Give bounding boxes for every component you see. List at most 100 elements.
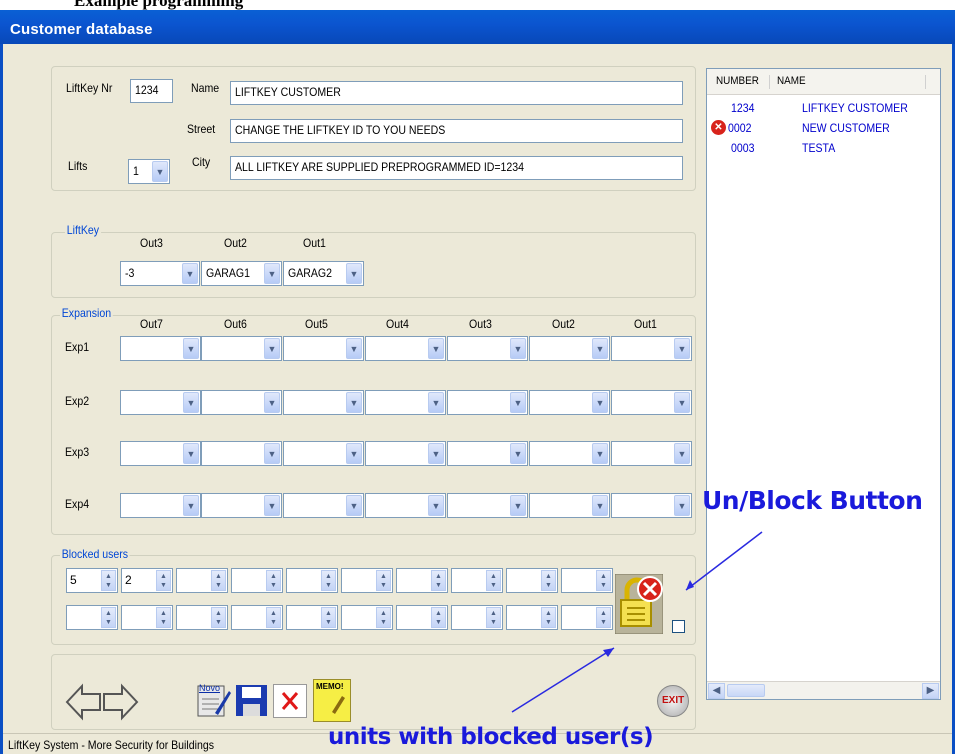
expansion-select-exp3-out7[interactable]: ▼ bbox=[120, 441, 201, 466]
expansion-select-exp2-out2[interactable]: ▼ bbox=[529, 390, 610, 415]
spinner-arrows-icon[interactable]: ▲ ▼ bbox=[376, 570, 391, 591]
horizontal-scrollbar[interactable]: ◀ ▶ bbox=[707, 681, 940, 699]
exit-button[interactable]: EXIT bbox=[657, 685, 689, 717]
spinner-arrows-icon[interactable]: ▲ ▼ bbox=[211, 607, 226, 628]
blocked-user-spinner[interactable]: 5 ▲ ▼ bbox=[66, 568, 118, 593]
expansion-select-exp3-out3[interactable]: ▼ bbox=[447, 441, 528, 466]
new-record-button[interactable]: Novo bbox=[197, 683, 231, 717]
expansion-select-exp1-out6[interactable]: ▼ bbox=[201, 336, 282, 361]
expansion-select-exp3-out2[interactable]: ▼ bbox=[529, 441, 610, 466]
blocked-user-spinner[interactable]: ▲ ▼ bbox=[231, 568, 283, 593]
list-item[interactable]: 0003 TESTA bbox=[707, 138, 940, 158]
name-column-header[interactable]: NAME bbox=[777, 75, 806, 87]
save-button[interactable] bbox=[235, 684, 268, 717]
blocked-user-spinner[interactable]: ▲ ▼ bbox=[396, 568, 448, 593]
expansion-select-exp1-out7[interactable]: ▼ bbox=[120, 336, 201, 361]
blocked-user-spinner[interactable]: ▲ ▼ bbox=[176, 605, 228, 630]
expansion-select-exp2-out4[interactable]: ▼ bbox=[365, 390, 446, 415]
blocked-user-spinner[interactable]: ▲ ▼ bbox=[451, 568, 503, 593]
expansion-select-exp3-out1[interactable]: ▼ bbox=[611, 441, 692, 466]
spinner-arrows-icon[interactable]: ▲ ▼ bbox=[541, 570, 556, 591]
lifts-select[interactable]: 1 ▼ bbox=[128, 159, 170, 184]
memo-button[interactable]: MEMO! bbox=[313, 679, 351, 722]
spinner-arrows-icon[interactable]: ▲ ▼ bbox=[486, 570, 501, 591]
spinner-arrows-icon[interactable]: ▲ ▼ bbox=[486, 607, 501, 628]
blocked-user-spinner[interactable]: ▲ ▼ bbox=[231, 605, 283, 630]
expansion-column-out1: Out1 bbox=[634, 317, 657, 331]
name-field[interactable]: LIFTKEY CUSTOMER bbox=[230, 81, 683, 105]
expansion-select-exp4-out4[interactable]: ▼ bbox=[365, 493, 446, 518]
spinner-arrows-icon[interactable]: ▲ ▼ bbox=[266, 607, 281, 628]
blocked-user-spinner[interactable]: ▲ ▼ bbox=[286, 568, 338, 593]
spinner-arrows-icon[interactable]: ▲ ▼ bbox=[156, 607, 171, 628]
spinner-arrows-icon[interactable]: ▲ ▼ bbox=[431, 570, 446, 591]
navigation-arrows-button[interactable] bbox=[64, 682, 140, 722]
expansion-select-exp4-out7[interactable]: ▼ bbox=[120, 493, 201, 518]
spinner-arrows-icon[interactable]: ▲ ▼ bbox=[156, 570, 171, 591]
expansion-select-exp3-out5[interactable]: ▼ bbox=[283, 441, 364, 466]
expansion-select-exp4-out5[interactable]: ▼ bbox=[283, 493, 364, 518]
blocked-user-spinner[interactable]: ▲ ▼ bbox=[396, 605, 448, 630]
delete-button[interactable] bbox=[273, 684, 307, 718]
list-item[interactable]: 1234 LIFTKEY CUSTOMER bbox=[707, 98, 940, 118]
expansion-select-exp4-out2[interactable]: ▼ bbox=[529, 493, 610, 518]
city-field[interactable]: ALL LIFTKEY ARE SUPPLIED PREPROGRAMMED I… bbox=[230, 156, 683, 180]
expansion-select-exp3-out4[interactable]: ▼ bbox=[365, 441, 446, 466]
expansion-select-exp1-out5[interactable]: ▼ bbox=[283, 336, 364, 361]
expansion-select-exp3-out6[interactable]: ▼ bbox=[201, 441, 282, 466]
blocked-user-spinner[interactable]: ▲ ▼ bbox=[286, 605, 338, 630]
chevron-down-icon: ▼ bbox=[428, 392, 444, 413]
blocked-user-spinner[interactable]: ▲ ▼ bbox=[341, 605, 393, 630]
blocked-units-checkbox[interactable] bbox=[672, 620, 685, 633]
expansion-select-exp2-out7[interactable]: ▼ bbox=[120, 390, 201, 415]
number-column-header[interactable]: NUMBER bbox=[716, 75, 759, 87]
blocked-user-spinner[interactable]: ▲ ▼ bbox=[451, 605, 503, 630]
blocked-user-spinner[interactable]: ▲ ▼ bbox=[66, 605, 118, 630]
blocked-user-spinner[interactable]: ▲ ▼ bbox=[176, 568, 228, 593]
scroll-thumb[interactable] bbox=[727, 684, 765, 697]
expansion-select-exp1-out2[interactable]: ▼ bbox=[529, 336, 610, 361]
customer-list[interactable]: NUMBER NAME 1234 LIFTKEY CUSTOMER ✕ 0002 NEW… bbox=[706, 68, 941, 700]
spinner-arrows-icon[interactable]: ▲ ▼ bbox=[101, 570, 116, 591]
expansion-select-exp1-out3[interactable]: ▼ bbox=[447, 336, 528, 361]
padlock-icon bbox=[614, 573, 664, 635]
blocked-user-spinner[interactable]: ▲ ▼ bbox=[121, 605, 173, 630]
list-item-number: 0002 bbox=[728, 121, 752, 135]
spinner-arrows-icon[interactable]: ▲ ▼ bbox=[596, 570, 611, 591]
scroll-left-icon[interactable]: ◀ bbox=[708, 683, 725, 699]
spinner-arrows-icon[interactable]: ▲ ▼ bbox=[321, 570, 336, 591]
expansion-select-exp4-out6[interactable]: ▼ bbox=[201, 493, 282, 518]
chevron-down-icon: ▼ bbox=[264, 338, 280, 359]
spinner-arrows-icon[interactable]: ▲ ▼ bbox=[266, 570, 281, 591]
street-field[interactable]: CHANGE THE LIFTKEY ID TO YOU NEEDS bbox=[230, 119, 683, 143]
expansion-select-exp1-out1[interactable]: ▼ bbox=[611, 336, 692, 361]
expansion-select-exp4-out3[interactable]: ▼ bbox=[447, 493, 528, 518]
spinner-arrows-icon[interactable]: ▲ ▼ bbox=[101, 607, 116, 628]
expansion-select-exp4-out1[interactable]: ▼ bbox=[611, 493, 692, 518]
unblock-button[interactable] bbox=[614, 573, 664, 635]
blocked-user-spinner[interactable]: ▲ ▼ bbox=[561, 568, 613, 593]
liftkey-out3-label: Out3 bbox=[140, 236, 163, 250]
spinner-arrows-icon[interactable]: ▲ ▼ bbox=[321, 607, 336, 628]
liftkey-out3-select[interactable]: -3 ▼ bbox=[120, 261, 200, 286]
blocked-user-spinner[interactable]: ▲ ▼ bbox=[506, 568, 558, 593]
scroll-right-icon[interactable]: ▶ bbox=[922, 683, 939, 699]
spinner-arrows-icon[interactable]: ▲ ▼ bbox=[596, 607, 611, 628]
expansion-select-exp2-out1[interactable]: ▼ bbox=[611, 390, 692, 415]
expansion-select-exp1-out4[interactable]: ▼ bbox=[365, 336, 446, 361]
spinner-arrows-icon[interactable]: ▲ ▼ bbox=[541, 607, 556, 628]
liftkey-out1-select[interactable]: GARAG2 ▼ bbox=[283, 261, 364, 286]
spinner-arrows-icon[interactable]: ▲ ▼ bbox=[431, 607, 446, 628]
blocked-user-spinner[interactable]: ▲ ▼ bbox=[561, 605, 613, 630]
spinner-arrows-icon[interactable]: ▲ ▼ bbox=[376, 607, 391, 628]
blocked-user-spinner[interactable]: ▲ ▼ bbox=[506, 605, 558, 630]
expansion-select-exp2-out3[interactable]: ▼ bbox=[447, 390, 528, 415]
liftkey-nr-field[interactable]: 1234 bbox=[130, 79, 173, 103]
blocked-user-spinner[interactable]: 2 ▲ ▼ bbox=[121, 568, 173, 593]
expansion-select-exp2-out5[interactable]: ▼ bbox=[283, 390, 364, 415]
blocked-user-spinner[interactable]: ▲ ▼ bbox=[341, 568, 393, 593]
liftkey-out2-select[interactable]: GARAG1 ▼ bbox=[201, 261, 282, 286]
spinner-arrows-icon[interactable]: ▲ ▼ bbox=[211, 570, 226, 591]
expansion-select-exp2-out6[interactable]: ▼ bbox=[201, 390, 282, 415]
list-item[interactable]: ✕ 0002 NEW CUSTOMER bbox=[707, 118, 940, 138]
